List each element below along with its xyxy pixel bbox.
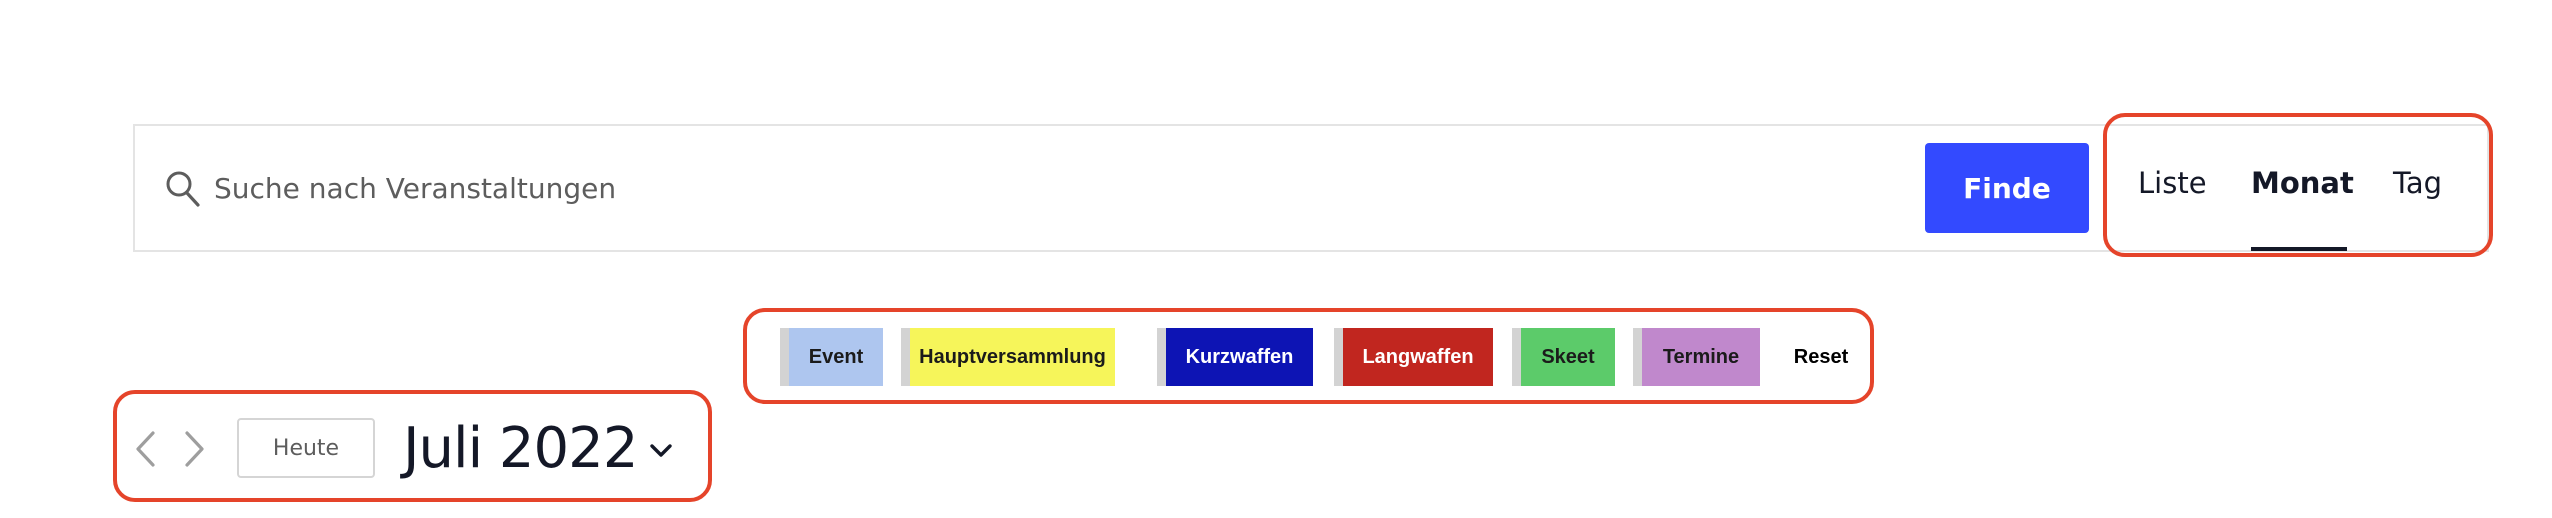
today-button[interactable]: Heute (237, 418, 375, 478)
chevron-left-icon[interactable] (133, 430, 157, 468)
tab-monat[interactable]: Monat (2251, 166, 2354, 200)
month-picker[interactable]: Juli 2022 (403, 410, 673, 486)
chevron-right-icon[interactable] (183, 430, 207, 468)
active-tab-indicator (2251, 247, 2347, 251)
tab-tag[interactable]: Tag (2393, 166, 2442, 200)
search-input[interactable] (214, 162, 1874, 214)
filter-langwaffen[interactable]: Langwaffen (1334, 328, 1493, 386)
filter-kurzwaffen[interactable]: Kurzwaffen (1157, 328, 1313, 386)
filter-termine[interactable]: Termine (1633, 328, 1760, 386)
finde-button[interactable]: Finde (1925, 143, 2089, 233)
current-month-label: Juli 2022 (403, 415, 638, 481)
filter-hauptversammlung[interactable]: Hauptversammlung (901, 328, 1115, 386)
filter-skeet[interactable]: Skeet (1512, 328, 1615, 386)
chevron-down-icon (650, 444, 673, 457)
filter-event[interactable]: Event (780, 328, 883, 386)
search-icon (166, 171, 200, 207)
filter-reset-button[interactable]: Reset (1778, 328, 1864, 386)
tab-liste[interactable]: Liste (2138, 166, 2207, 200)
